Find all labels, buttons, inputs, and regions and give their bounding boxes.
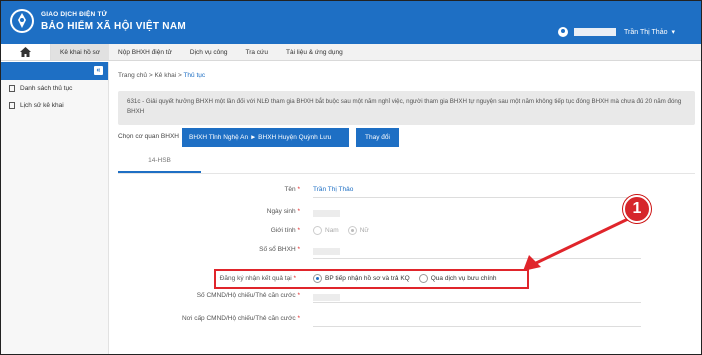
document-icon [9, 102, 15, 109]
gender-option-nu-label: Nữ [359, 227, 369, 234]
gender-radio-nam[interactable] [313, 226, 322, 235]
sidebar-item-label: Lịch sử kê khai [20, 102, 64, 109]
nav-item-dich-vu-cong[interactable]: Dịch vụ công [181, 44, 237, 60]
tab-14-hsb[interactable]: 14-HSB [118, 157, 201, 173]
sidebar-item-danh-sach-thu-tuc[interactable]: Danh sách thủ tục [1, 80, 108, 97]
breadcrumb-current: Thủ tục [183, 72, 206, 79]
name-underline [313, 197, 641, 198]
main-nav: Kê khai hồ sơ Nộp BHXH điện tử Dịch vụ c… [1, 44, 701, 61]
breadcrumb-section[interactable]: Kê khai [154, 72, 176, 79]
org-name-small: GIAO DỊCH ĐIỆN TỬ [41, 11, 108, 18]
site-header: GIAO DỊCH ĐIỆN TỬ BẢO HIỂM XÃ HỘI VIỆT N… [1, 1, 701, 44]
redacted-user-id [574, 28, 617, 36]
tab-divider [118, 173, 695, 174]
user-name: Trần Thị Thảo [624, 28, 668, 36]
id-number-label: Số CMND/Hộ chiếu/Thẻ căn cước * [196, 292, 300, 299]
name-value: Trần Thị Thảo [313, 186, 354, 193]
nav-item-nop-bhxh[interactable]: Nộp BHXH điện tử [109, 44, 181, 60]
dob-label: Ngày sinh * [266, 208, 300, 215]
sidebar: « Danh sách thủ tục Lịch sử kê khai [1, 62, 109, 354]
collapse-sidebar-icon[interactable]: « [94, 66, 103, 75]
org-name-large: BẢO HIỂM XÃ HỘI VIỆT NAM [41, 21, 186, 32]
agency-label: Chọn cơ quan BHXH [118, 133, 179, 140]
highlight-box [214, 269, 529, 289]
gender-label: Giới tính * [270, 227, 300, 234]
breadcrumb-home[interactable]: Trang chủ [118, 72, 147, 79]
chevron-down-icon: ▾ [671, 29, 675, 36]
breadcrumb: Trang chủ > Kê khai > Thủ tục [118, 72, 205, 79]
nav-item-ke-khai-ho-so[interactable]: Kê khai hồ sơ [51, 44, 110, 60]
nav-home[interactable] [1, 44, 51, 60]
user-menu[interactable]: Trần Thị Thảo ▾ [558, 25, 675, 39]
bhxh-number-label: Số sổ BHXH * [259, 246, 300, 253]
home-icon [20, 47, 31, 57]
agency-selector[interactable]: BHXH Tỉnh Nghệ An ► BHXH Huyện Quỳnh Lưu [182, 128, 349, 147]
sidebar-item-lich-su-ke-khai[interactable]: Lịch sử kê khai [1, 97, 108, 114]
document-icon [9, 85, 15, 92]
change-agency-button[interactable]: Thay đổi [356, 128, 399, 147]
logo-icon [10, 9, 34, 33]
breadcrumb-separator: > [148, 72, 153, 79]
nav-item-tra-cuu[interactable]: Tra cứu [236, 44, 277, 60]
sidebar-header: « [1, 62, 108, 80]
name-label: Tên * [284, 186, 300, 193]
gender-radio-group: Nam Nữ [313, 226, 378, 235]
main-content: Trang chủ > Kê khai > Thủ tục 631c - Giả… [109, 62, 701, 354]
id-number-redacted [313, 294, 340, 301]
id-issue-place-label: Nơi cấp CMND/Hộ chiếu/Thẻ căn cước * [181, 315, 300, 322]
gender-radio-nu[interactable] [347, 226, 357, 235]
step-number-badge: 1 [623, 195, 651, 223]
bhxh-underline [313, 258, 641, 259]
browser-viewport: GIAO DỊCH ĐIỆN TỬ BẢO HIỂM XÃ HỘI VIỆT N… [0, 0, 702, 355]
nav-item-tai-lieu[interactable]: Tài liệu & ứng dụng [277, 44, 352, 60]
dob-value-redacted [313, 210, 340, 217]
gender-option-nam-label: Nam [325, 227, 339, 234]
procedure-description: 631c - Giải quyết hưởng BHXH một lần đối… [118, 91, 695, 125]
breadcrumb-separator: > [177, 72, 182, 79]
id-number-underline [313, 302, 641, 303]
bhxh-number-redacted [313, 248, 340, 255]
sidebar-item-label: Danh sách thủ tục [20, 85, 73, 92]
user-icon [558, 27, 569, 37]
id-issue-place-underline [313, 326, 641, 327]
